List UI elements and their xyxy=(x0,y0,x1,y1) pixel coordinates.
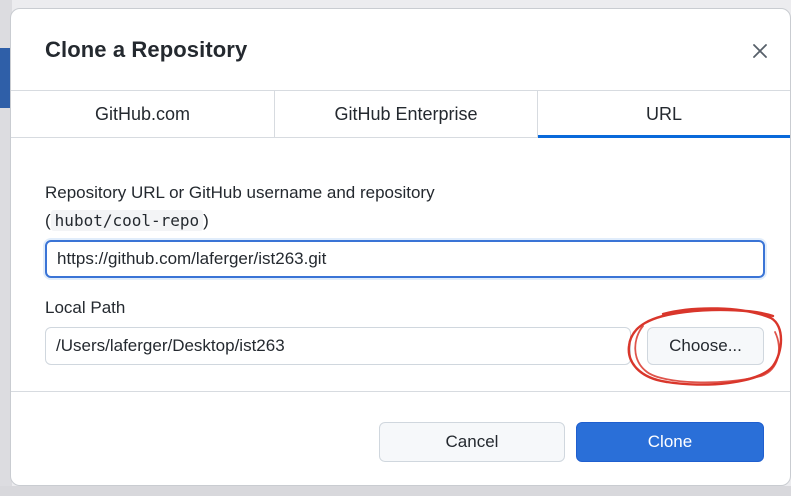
local-path-label: Local Path xyxy=(45,298,126,317)
backdrop-blue-accent xyxy=(0,48,10,108)
close-icon xyxy=(753,44,767,58)
close-button[interactable] xyxy=(748,39,772,63)
tab-label: GitHub.com xyxy=(94,103,191,124)
dialog-body: Repository URL or GitHub username and re… xyxy=(11,138,790,392)
hint-close-paren: ) xyxy=(203,211,209,230)
tab-url[interactable]: URL xyxy=(537,91,790,138)
local-path-input[interactable] xyxy=(45,327,631,365)
backdrop-bottom-edge xyxy=(0,486,791,496)
cancel-button[interactable]: Cancel xyxy=(379,422,565,462)
dialog-header: Clone a Repository xyxy=(11,9,790,91)
dialog-title: Clone a Repository xyxy=(45,37,248,62)
clone-button[interactable]: Clone xyxy=(576,422,764,462)
source-tabs: GitHub.com GitHub Enterprise URL xyxy=(11,91,790,138)
hint-open-paren: ( xyxy=(45,211,51,230)
choose-button[interactable]: Choose... xyxy=(647,327,764,365)
tab-github-com[interactable]: GitHub.com xyxy=(11,91,274,137)
repository-url-input[interactable] xyxy=(45,240,765,278)
tab-label: URL xyxy=(645,103,682,124)
dialog-footer: Cancel Clone xyxy=(11,392,790,485)
tab-label: GitHub Enterprise xyxy=(334,103,478,124)
repository-url-label: Repository URL or GitHub username and re… xyxy=(45,183,435,202)
tab-github-enterprise[interactable]: GitHub Enterprise xyxy=(274,91,537,137)
clone-repository-dialog: Clone a Repository GitHub.com GitHub Ent… xyxy=(10,8,791,486)
repository-url-hint: (hubot/cool-repo) xyxy=(45,210,209,231)
hint-example-code: hubot/cool-repo xyxy=(50,210,204,231)
